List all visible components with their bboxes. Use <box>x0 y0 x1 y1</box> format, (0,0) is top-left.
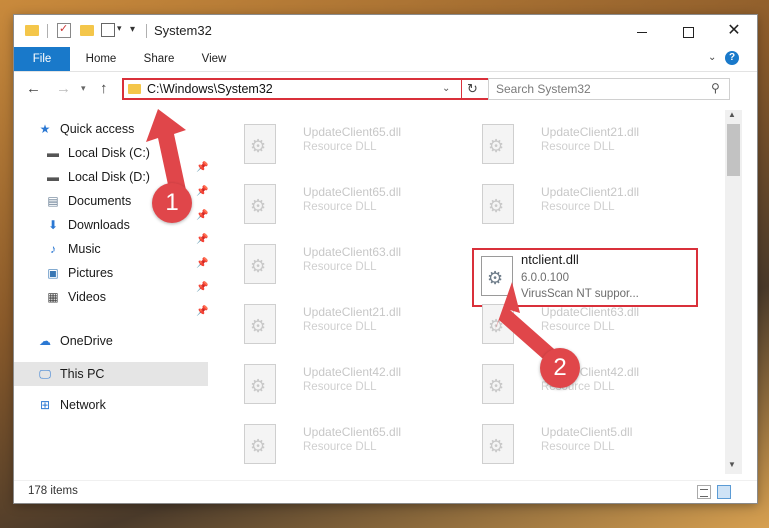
maximize-icon <box>682 26 694 38</box>
item-count: 178 items <box>28 485 78 497</box>
download-icon: ⬇ <box>47 218 59 232</box>
dll-file-icon <box>482 304 514 344</box>
dll-file-icon <box>244 304 276 344</box>
expand-ribbon-icon[interactable]: ⌄ <box>708 52 716 63</box>
file-item[interactable]: UpdateClient21.dll Resource DLL <box>472 120 702 170</box>
search-box[interactable]: Search System32 ⚲ <box>488 78 730 100</box>
file-item[interactable]: UpdateClient65.dll Resource DLL <box>234 420 464 470</box>
tiles-view-icon[interactable] <box>717 485 731 499</box>
title-bar: ▾ ▾ System32 ✕ <box>14 15 757 47</box>
dll-file-icon <box>244 124 276 164</box>
videos-icon: ▦ <box>47 290 59 304</box>
details-view-icon[interactable] <box>697 485 711 499</box>
file-item[interactable]: UpdateClient65.dll Resource DLL <box>234 180 464 230</box>
file-list: UpdateClient65.dll Resource DLL UpdateCl… <box>214 110 738 474</box>
refresh-icon[interactable]: ↻ <box>467 81 478 97</box>
address-dropdown-icon[interactable]: ⌄ <box>442 83 450 94</box>
separator <box>146 24 147 38</box>
pin-icon[interactable]: 📌 <box>196 234 208 245</box>
folder-icon <box>25 25 39 36</box>
dll-file-icon <box>482 364 514 404</box>
cloud-icon: ☁ <box>39 334 51 348</box>
recent-locations-button[interactable]: ▾ <box>81 83 86 94</box>
address-bar[interactable]: C:\Windows\System32 ⌄ ↻ <box>122 78 490 100</box>
dll-file-icon <box>244 244 276 284</box>
pin-icon[interactable]: 📌 <box>196 258 208 269</box>
file-item[interactable]: UpdateClient21.dll Resource DLL <box>472 180 702 230</box>
separator <box>47 24 48 38</box>
status-bar: 178 items <box>14 480 757 503</box>
close-button[interactable]: ✕ <box>711 15 757 47</box>
properties-check-icon[interactable] <box>57 22 71 38</box>
file-item[interactable]: UpdateClient21.dll Resource DLL <box>234 300 464 350</box>
navigation-pane: ★ Quick access ▬ Local Disk (C:) 📌 ▬ Loc… <box>14 110 208 474</box>
minimize-button[interactable] <box>619 15 665 47</box>
drive-icon: ▬ <box>47 146 59 160</box>
pin-icon[interactable]: 📌 <box>196 282 208 293</box>
music-icon: ♪ <box>50 242 56 256</box>
tab-file[interactable]: File <box>14 47 70 71</box>
search-input[interactable]: Search System32 <box>496 82 591 96</box>
navigation-bar: ← → ▾ ↑ C:\Windows\System32 ⌄ ↻ Search S… <box>14 72 757 108</box>
network-icon: ⊞ <box>39 398 51 412</box>
pin-icon[interactable]: 📌 <box>196 162 208 173</box>
back-button[interactable]: ← <box>26 80 41 97</box>
address-path[interactable]: C:\Windows\System32 <box>147 82 273 96</box>
new-folder-icon[interactable] <box>80 25 94 36</box>
pin-icon[interactable]: 📌 <box>196 210 208 221</box>
dll-file-icon <box>482 184 514 224</box>
tab-share[interactable]: Share <box>139 47 179 71</box>
pictures-icon: ▣ <box>47 266 59 280</box>
forward-button[interactable]: → <box>56 80 71 97</box>
chevron-down-icon[interactable]: ▾ <box>117 23 122 34</box>
search-icon[interactable]: ⚲ <box>711 81 720 95</box>
customize-toolbar-icon[interactable]: ▾ <box>130 24 135 35</box>
dll-file-icon <box>482 124 514 164</box>
ribbon-tabs: File Home Share View ⌄ ? <box>14 47 757 72</box>
scroll-up-icon[interactable]: ▲ <box>728 110 736 119</box>
documents-icon: ▤ <box>47 194 59 208</box>
pin-icon[interactable]: 📌 <box>196 186 208 197</box>
vertical-scrollbar[interactable]: ▲ ▼ <box>725 110 742 474</box>
folder-icon <box>128 84 141 94</box>
quick-access-toolbar-icon[interactable] <box>101 23 115 37</box>
help-icon[interactable]: ? <box>725 51 739 65</box>
window-title: System32 <box>154 23 212 38</box>
star-icon: ★ <box>39 122 51 136</box>
step-1-badge: 1 <box>152 183 192 223</box>
tab-home[interactable]: Home <box>82 47 120 71</box>
file-item[interactable]: UpdateClient42.dll Resource DLL <box>472 360 702 410</box>
computer-icon: 🖵 <box>39 367 51 381</box>
separator <box>461 80 462 98</box>
up-button[interactable]: ↑ <box>100 80 108 97</box>
pin-icon[interactable]: 📌 <box>196 306 208 317</box>
drive-icon: ▬ <box>47 170 59 184</box>
file-item[interactable]: UpdateClient5.dll Resource DLL <box>472 420 702 470</box>
file-item[interactable]: UpdateClient63.dll Resource DLL <box>472 300 702 350</box>
dll-file-icon <box>244 184 276 224</box>
file-item[interactable]: UpdateClient63.dll Resource DLL <box>234 240 464 290</box>
dll-file-icon <box>244 424 276 464</box>
explorer-window: ▾ ▾ System32 ✕ File Home Share View ⌄ ? … <box>14 15 757 503</box>
file-item[interactable]: UpdateClient42.dll Resource DLL <box>234 360 464 410</box>
step-2-badge: 2 <box>540 348 580 388</box>
maximize-button[interactable] <box>665 15 711 47</box>
ntclient-highlight-box <box>472 248 698 307</box>
file-item[interactable]: UpdateClient65.dll Resource DLL <box>234 120 464 170</box>
scroll-down-icon[interactable]: ▼ <box>728 460 736 469</box>
dll-file-icon <box>482 424 514 464</box>
minimize-icon <box>637 31 647 33</box>
dll-file-icon <box>244 364 276 404</box>
scroll-thumb[interactable] <box>727 124 740 176</box>
tab-view[interactable]: View <box>196 47 232 71</box>
